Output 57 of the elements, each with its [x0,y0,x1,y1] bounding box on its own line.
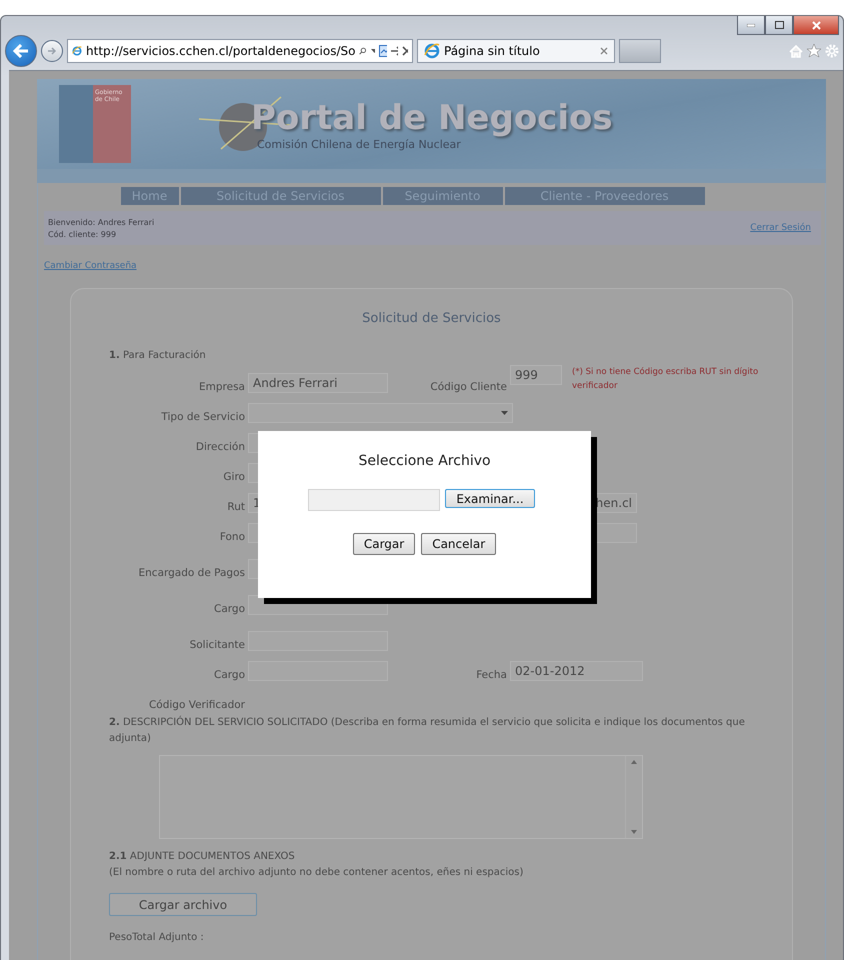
field-label: Cargo [213,669,246,681]
scroll-down-icon [631,830,637,834]
address-text: http://servicios.cchen.cl/portaldenegocios/So [86,44,356,58]
dropdown-caret-icon [501,411,508,415]
field-label: Fono [218,531,246,543]
back-button[interactable] [5,35,37,67]
total-size-label: PesoTotal Adjunto : [109,931,205,945]
form-title: Solicitud de Servicios [362,311,501,326]
field-label: Encargado de Pagos [138,567,246,579]
field-label: Rut [226,501,246,513]
change-password-link[interactable]: Cambiar Contraseña [44,261,137,271]
dropdown-caret-icon [370,49,376,53]
dialog-title: Seleccione Archivo [358,453,491,469]
dialog-button[interactable]: Cargar [352,533,416,555]
site-subtitle: Comisión Chilena de Energía Nuclear [257,138,462,150]
field-label: Tipo de Servicio [160,411,246,423]
field-label: Empresa [198,381,246,393]
maximize-button[interactable] [765,16,793,35]
section-heading: 1. Para Facturación [109,350,207,361]
client-code-text: Cód. cliente: 999 [48,230,118,238]
ie-logo-icon [424,43,440,59]
browse-button[interactable]: Examinar... [445,489,535,508]
file-path-field[interactable] [308,489,440,511]
section-heading: 2. DESCRIPCIÓN DEL SERVICIO SOLICITADO (Describa en forma resumida el servicio que solicita e indique los documentos que adjunta) [109,715,746,746]
instruction-text: (El nombre o ruta del archivo adjunto no debe contener acentos, eñes ni espacios) [109,866,524,880]
logout-link[interactable]: Cerrar Sesión [750,223,811,233]
field-label: Código Cliente [429,381,508,393]
arrow-left-icon [13,44,29,58]
forward-button[interactable] [41,40,63,62]
field-label: Código Verificador [148,699,246,711]
scroll-up-icon [631,760,637,764]
search-icon [359,45,367,57]
description-textarea[interactable] [159,755,643,839]
site-title: Portal de Negocios [251,98,613,138]
field-label: Dirección [194,441,246,453]
text-field[interactable]: Andres Ferrari [248,373,388,393]
minimize-icon [747,24,755,26]
maximize-icon [774,21,784,29]
warning-note: (*) Si no tiene Código escriba RUT sin dígito verificador [572,366,760,393]
new-tab-button[interactable] [619,39,661,63]
text-field[interactable]: 02-01-2012 [510,661,643,681]
compatibility-icon [379,45,387,57]
star-icon[interactable] [807,44,821,58]
text-field[interactable]: 999 [510,365,562,385]
welcome-text: Bienvenido: Andres Ferrari [48,218,154,226]
minimize-button[interactable] [737,16,765,35]
section-heading: 2.1 ADJUNTE DOCUMENTOS ANEXOS [109,850,296,864]
field-label: Fecha [475,669,508,681]
address-bar[interactable]: http://servicios.cchen.cl/portaldenegocios/So [67,39,413,63]
service-type-select[interactable] [248,403,513,423]
dialog-button[interactable]: Cancelar [421,533,496,555]
browser-tab[interactable]: Página sin título [417,39,615,63]
field-label: Giro [222,471,246,483]
field-label: Solicitante [188,639,246,651]
close-button[interactable] [793,16,839,35]
field-label: Cargo [213,603,246,615]
upload-file-button[interactable]: Cargar archivo [109,893,257,916]
